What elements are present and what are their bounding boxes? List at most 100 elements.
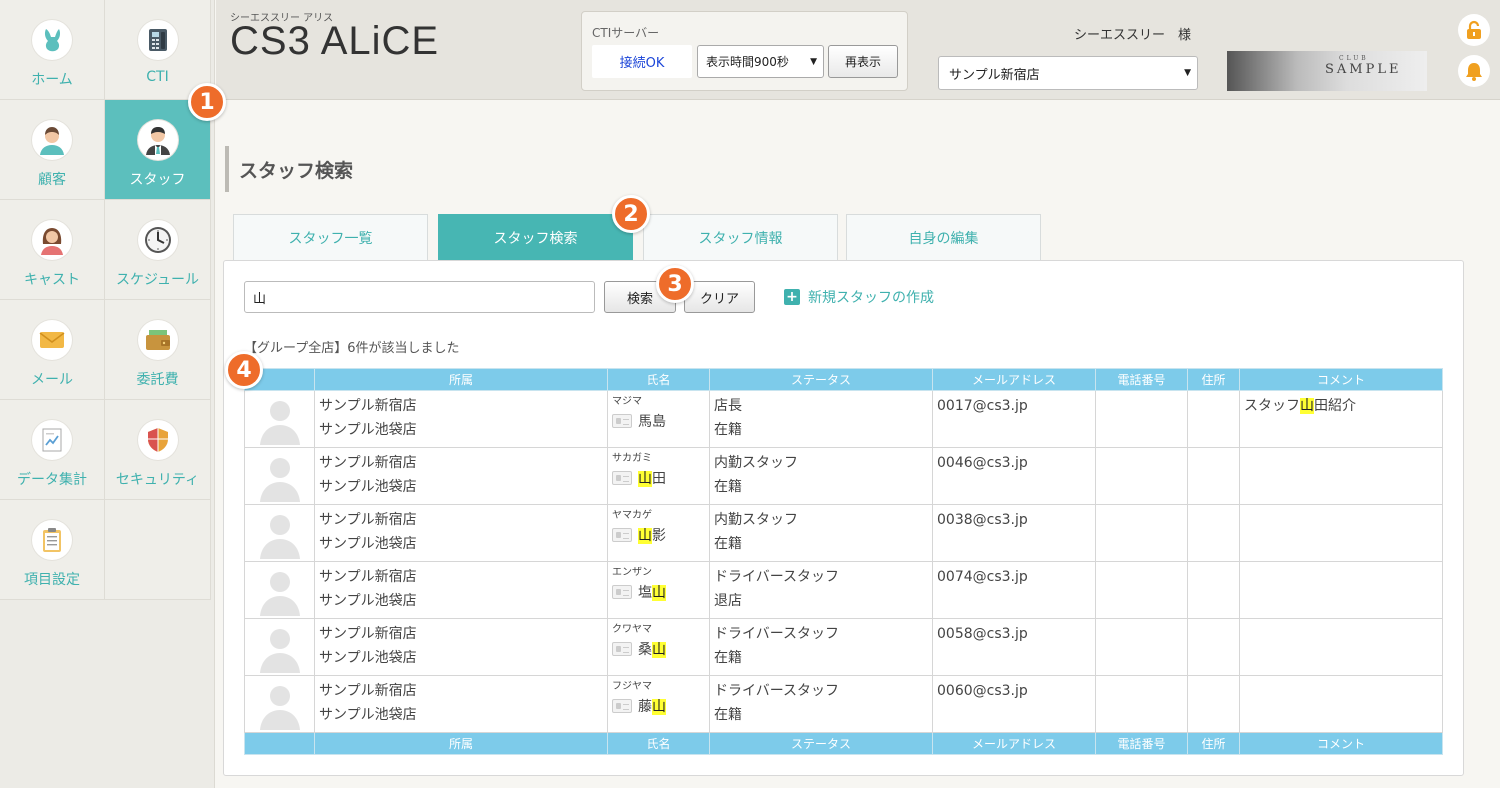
staff-name[interactable]: 桑山: [638, 639, 666, 659]
email-cell: 0058@cs3.jp: [932, 618, 1096, 676]
name-cell[interactable]: フジヤマ 藤山: [607, 675, 710, 733]
col-phone: 電話番号: [1095, 732, 1188, 755]
sidebar-item-label: 顧客: [38, 172, 66, 188]
page-title: スタッフ検索: [225, 146, 353, 192]
staff-table: 所属 氏名 ステータス メールアドレス 電話番号 住所 コメント サンプル新宿店…: [244, 368, 1443, 755]
staff-email: 0060@cs3.jp: [937, 683, 1028, 699]
staff-role: 内勤スタッフ: [714, 455, 798, 471]
avatar-placeholder-icon: [259, 401, 300, 445]
tab-staff-search[interactable]: スタッフ検索: [438, 214, 633, 260]
bell-icon[interactable]: [1458, 55, 1490, 87]
sidebar-item-cti[interactable]: CTI: [105, 0, 211, 100]
tab-staff-info[interactable]: スタッフ情報: [643, 214, 838, 260]
phone-icon: [137, 20, 178, 60]
sidebar-item-commission[interactable]: 委託費: [105, 300, 211, 400]
table-row[interactable]: サンプル新宿店 サンプル池袋店 サカガミ 山田 内勤スタッフ 在籍 0046@c…: [244, 447, 1443, 505]
col-status[interactable]: ステータス: [709, 368, 933, 391]
sidebar-item-schedule[interactable]: スケジュール: [105, 200, 211, 300]
col-email[interactable]: メールアドレス: [932, 368, 1096, 391]
table-row[interactable]: サンプル新宿店 サンプル池袋店 クワヤマ 桑山 ドライバースタッフ 在籍 005…: [244, 618, 1443, 676]
club-banner[interactable]: CLUB SAMPLE: [1227, 51, 1427, 91]
status-cell: ドライバースタッフ 退店: [709, 561, 933, 619]
staff-name[interactable]: 藤山: [638, 696, 666, 716]
address-cell: [1187, 618, 1240, 676]
staff-icon: [137, 120, 178, 160]
status-cell: 店長 在籍: [709, 390, 933, 448]
table-row[interactable]: サンプル新宿店 サンプル池袋店 フジヤマ 藤山 ドライバースタッフ 在籍 006…: [244, 675, 1443, 733]
shop-cell: サンプル新宿店 サンプル池袋店: [314, 675, 608, 733]
table-footer-row: 所属 氏名 ステータス メールアドレス 電話番号 住所 コメント: [244, 732, 1443, 755]
result-count: 【グループ全店】6件が該当しました: [244, 341, 460, 356]
name-part: 馬島: [638, 414, 666, 430]
photo-cell: [244, 675, 315, 733]
staff-role: ドライバースタッフ: [714, 683, 840, 699]
name-part: 影: [652, 528, 666, 544]
sidebar-item-settings[interactable]: 項目設定: [0, 500, 105, 600]
tab-staff-list[interactable]: スタッフ一覧: [233, 214, 428, 260]
name-highlight: 山: [652, 642, 666, 658]
clear-button[interactable]: クリア: [684, 281, 755, 313]
sidebar-item-customer[interactable]: 顧客: [0, 100, 105, 200]
shop-select[interactable]: サンプル新宿店 ▼: [938, 56, 1198, 90]
photo-cell: [244, 618, 315, 676]
col-address: 住所: [1187, 732, 1240, 755]
col-address[interactable]: 住所: [1187, 368, 1240, 391]
name-cell[interactable]: サカガミ 山田: [607, 447, 710, 505]
name-part: 田: [652, 471, 666, 487]
table-row[interactable]: サンプル新宿店 サンプル池袋店 エンザン 塩山 ドライバースタッフ 退店 007…: [244, 561, 1443, 619]
name-cell[interactable]: ヤマカゲ 山影: [607, 504, 710, 562]
comment-highlight: 山: [1300, 398, 1314, 414]
sidebar-item-label: メール: [31, 372, 73, 388]
name-cell[interactable]: エンザン 塩山: [607, 561, 710, 619]
name-cell[interactable]: クワヤマ 桑山: [607, 618, 710, 676]
col-name: 氏名: [607, 732, 710, 755]
col-shop[interactable]: 所属: [314, 368, 608, 391]
name-cell[interactable]: マジマ 馬島: [607, 390, 710, 448]
lock-icon[interactable]: [1458, 14, 1490, 46]
table-row[interactable]: サンプル新宿店 サンプル池袋店 ヤマカゲ 山影 内勤スタッフ 在籍 0038@c…: [244, 504, 1443, 562]
email-cell: 0074@cs3.jp: [932, 561, 1096, 619]
staff-name[interactable]: 山影: [638, 525, 666, 545]
search-input-value: 山: [253, 291, 267, 307]
staff-role: ドライバースタッフ: [714, 569, 840, 585]
phone-cell: [1095, 618, 1188, 676]
search-input[interactable]: 山: [244, 281, 595, 313]
report-icon: [32, 420, 72, 460]
user-name: シーエススリー 様: [1074, 28, 1192, 43]
sidebar-item-report[interactable]: データ集計: [0, 400, 105, 500]
name-kana: クワヤマ: [612, 624, 652, 635]
shop-secondary: サンプル池袋店: [319, 422, 417, 438]
staff-role: ドライバースタッフ: [714, 626, 840, 642]
cti-label: CTIサーバー: [592, 26, 660, 40]
name-kana: ヤマカゲ: [612, 510, 652, 521]
staff-email: 0074@cs3.jp: [937, 569, 1028, 585]
staff-name[interactable]: 山田: [638, 468, 666, 488]
staff-name[interactable]: 馬島: [638, 411, 666, 431]
status-cell: ドライバースタッフ 在籍: [709, 618, 933, 676]
new-staff-link[interactable]: + 新規スタッフの作成: [784, 287, 934, 307]
comment-part: スタッフ: [1244, 398, 1300, 414]
name-highlight: 山: [652, 585, 666, 601]
cast-icon: [32, 220, 72, 260]
col-phone[interactable]: 電話番号: [1095, 368, 1188, 391]
col-comment: コメント: [1239, 732, 1443, 755]
clock-icon: [137, 220, 178, 260]
shop-primary: サンプル新宿店: [319, 683, 417, 699]
staff-email: 0038@cs3.jp: [937, 512, 1028, 528]
table-row[interactable]: サンプル新宿店 サンプル池袋店 マジマ 馬島 店長 在籍 0017@cs3.jp…: [244, 390, 1443, 448]
address-cell: [1187, 504, 1240, 562]
tab-self-edit[interactable]: 自身の編集: [846, 214, 1041, 260]
sidebar-item-home[interactable]: ホーム: [0, 0, 105, 100]
sidebar-item-security[interactable]: セキュリティ: [105, 400, 211, 500]
refresh-button[interactable]: 再表示: [828, 45, 898, 78]
sidebar-item-mail[interactable]: メール: [0, 300, 105, 400]
display-time-select[interactable]: 表示時間900秒 ▼: [697, 45, 824, 78]
col-name[interactable]: 氏名: [607, 368, 710, 391]
sidebar-item-label: セキュリティ: [115, 472, 200, 488]
staff-name[interactable]: 塩山: [638, 582, 666, 602]
phone-cell: [1095, 675, 1188, 733]
sidebar-item-cast[interactable]: キャスト: [0, 200, 105, 300]
phone-cell: [1095, 561, 1188, 619]
col-comment[interactable]: コメント: [1239, 368, 1443, 391]
id-card-icon: [612, 414, 632, 428]
